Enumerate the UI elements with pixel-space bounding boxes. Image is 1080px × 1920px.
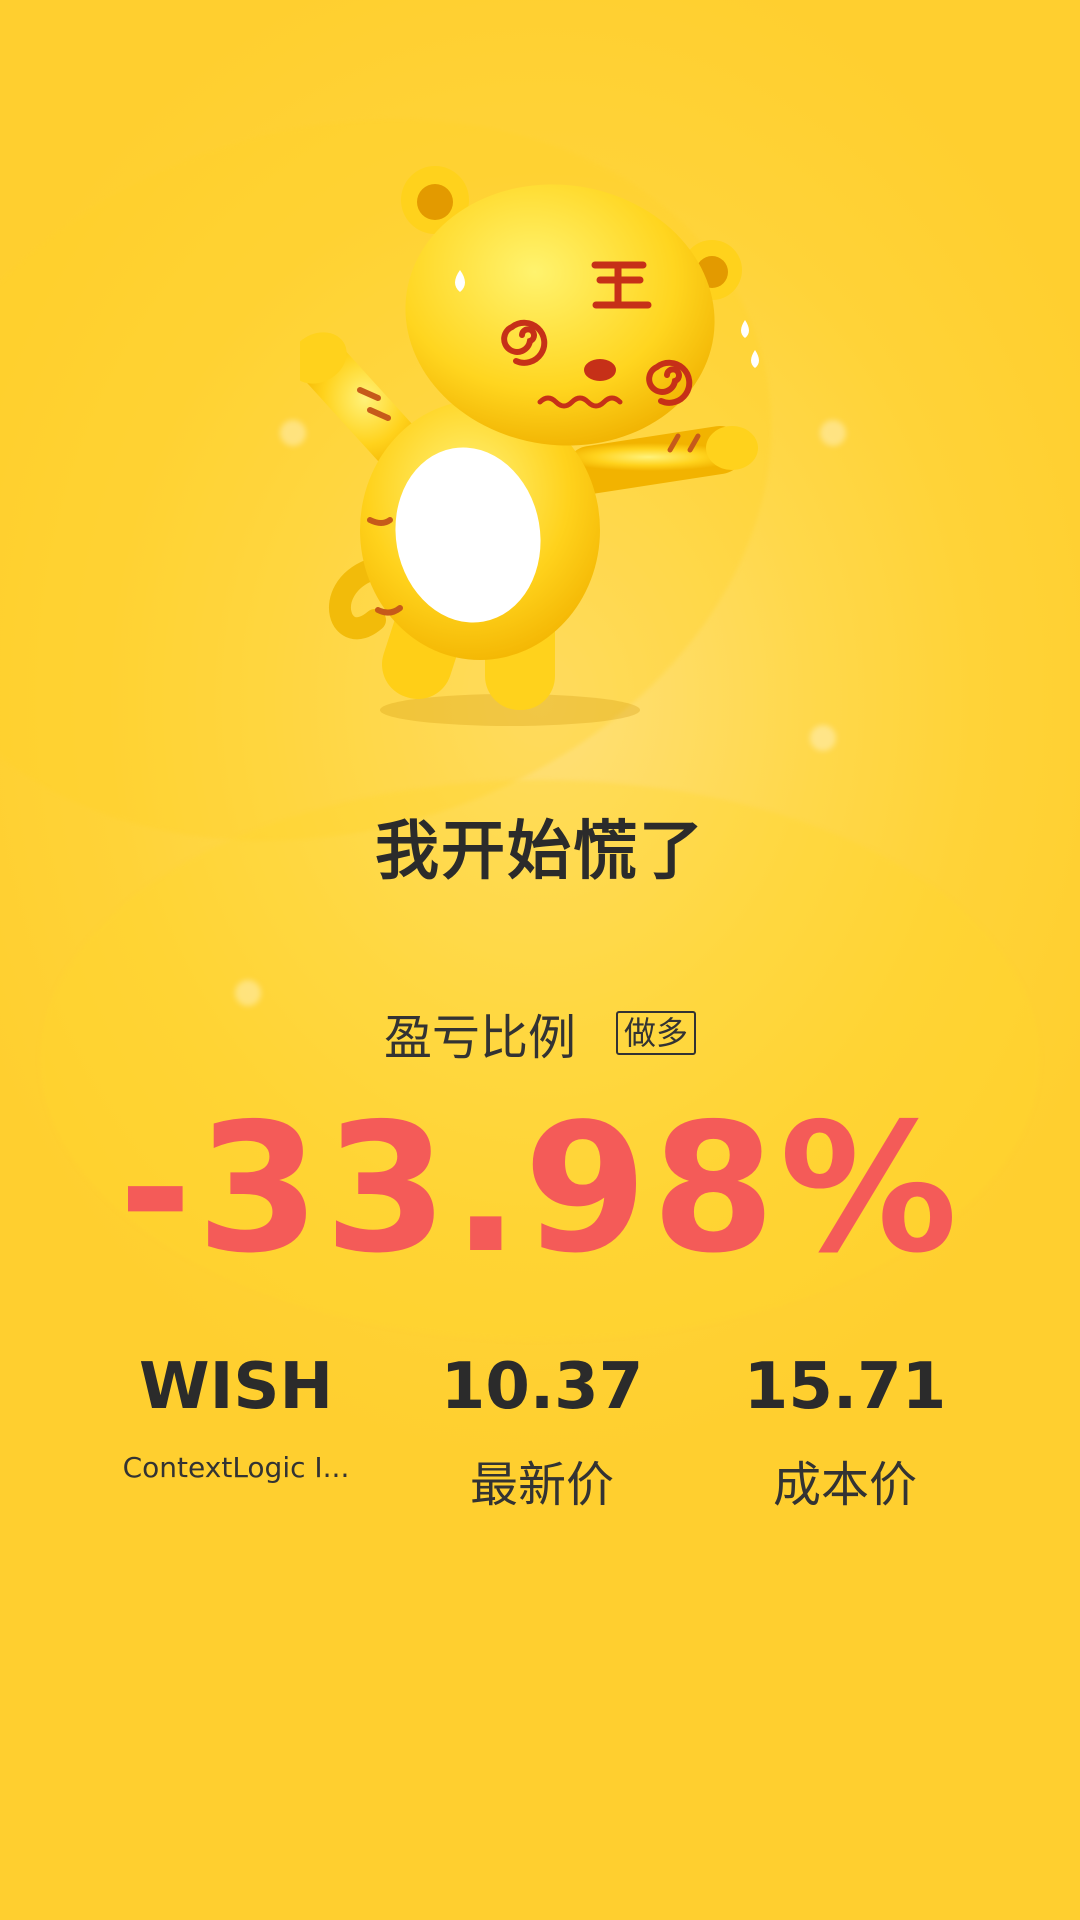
stock-symbol: WISH — [138, 1350, 334, 1424]
latest-price: 10.37 最新价 — [392, 1355, 692, 1515]
mood-title: 我开始慌了 — [375, 815, 705, 889]
ratio-header: 盈亏比例 做多 — [0, 998, 1080, 1068]
stock-name: ContextLogic I... — [122, 1451, 350, 1484]
profit-loss-percentage: -33.98% — [118, 1085, 962, 1292]
latest-price-label: 最新价 — [469, 1457, 614, 1513]
sparkle — [810, 725, 836, 751]
cost-price: 15.71 成本价 — [695, 1355, 995, 1515]
stock-info: WISH ContextLogic I... — [86, 1355, 386, 1484]
latest-price-value: 10.37 — [440, 1350, 644, 1424]
cost-price-label: 成本价 — [772, 1457, 917, 1513]
cost-price-value: 15.71 — [743, 1350, 947, 1424]
sparkle — [820, 420, 846, 446]
tiger-mascot-icon — [289, 150, 780, 730]
ratio-label: 盈亏比例 — [383, 1010, 576, 1066]
position-tag: 做多 — [616, 1010, 697, 1056]
